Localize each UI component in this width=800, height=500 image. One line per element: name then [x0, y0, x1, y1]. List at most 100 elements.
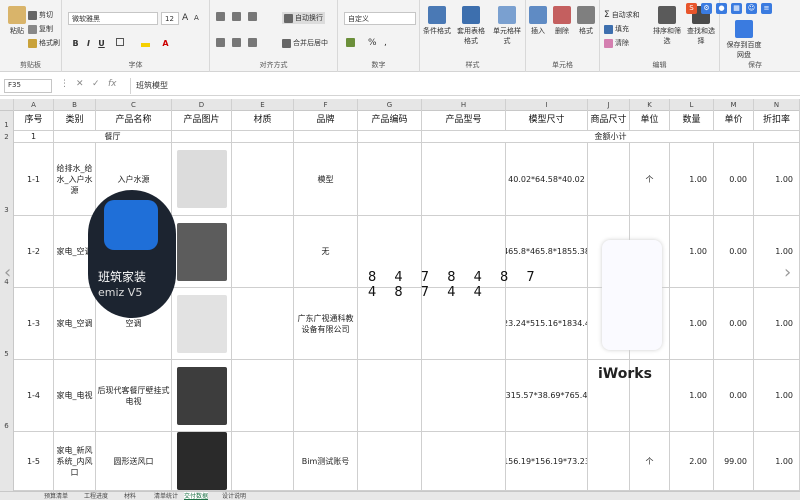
border-button[interactable] — [114, 38, 125, 50]
table-cell[interactable]: 0.00 — [714, 288, 754, 360]
table-cell[interactable]: Bim测试账号 — [294, 432, 358, 491]
align-center-button[interactable] — [232, 38, 241, 47]
italic-button[interactable]: I — [83, 38, 94, 50]
column-title-cell[interactable]: 序号 — [14, 111, 54, 131]
column-title-cell[interactable]: 产品编码 — [358, 111, 422, 131]
sheet-tab[interactable]: 设计说明 — [222, 492, 246, 500]
sheet-tab[interactable]: 材料 — [124, 492, 136, 500]
table-cell[interactable] — [422, 143, 506, 216]
column-header[interactable]: J — [588, 99, 630, 111]
autosum-button[interactable]: Σ 自动求和 — [604, 10, 640, 20]
prev-arrow-icon[interactable]: ‹ — [4, 262, 11, 283]
group-row-cell[interactable] — [294, 131, 358, 143]
column-title-cell[interactable]: 类别 — [54, 111, 96, 131]
cut-button[interactable]: 剪切 — [28, 10, 53, 20]
row-header[interactable]: 5 — [0, 288, 14, 360]
table-cell[interactable]: 1.00 — [754, 432, 800, 491]
table-cell[interactable] — [232, 216, 294, 288]
font-color-button[interactable]: A — [160, 38, 171, 50]
table-cell[interactable] — [358, 432, 422, 491]
column-title-cell[interactable]: 单位 — [630, 111, 670, 131]
settings-icon[interactable]: ⚙ — [701, 3, 712, 14]
table-cell[interactable] — [172, 143, 232, 216]
column-header[interactable]: F — [294, 99, 358, 111]
table-cell[interactable]: 40.02*64.58*40.02 — [506, 143, 588, 216]
group-row-cell[interactable]: 金额小计 — [422, 131, 800, 143]
table-cell[interactable] — [232, 143, 294, 216]
column-header[interactable]: A — [14, 99, 54, 111]
table-cell[interactable]: 523.24*515.16*1834.47 — [506, 288, 588, 360]
column-header[interactable]: E — [232, 99, 294, 111]
mic-icon[interactable]: ● — [716, 3, 727, 14]
table-cell[interactable]: 0.00 — [714, 360, 754, 432]
table-cell[interactable]: 模型 — [294, 143, 358, 216]
align-right-button[interactable] — [248, 38, 257, 47]
sheet-tab[interactable]: 预算清单 — [44, 492, 68, 500]
group-row-cell[interactable]: 1 — [14, 131, 54, 143]
table-cell[interactable] — [294, 360, 358, 432]
row-header[interactable]: 2 — [0, 131, 14, 143]
column-title-cell[interactable]: 产品名称 — [96, 111, 172, 131]
user-icon[interactable]: ☺ — [746, 3, 757, 14]
table-cell[interactable]: 1-3 — [14, 288, 54, 360]
column-title-cell[interactable]: 模型尺寸 — [506, 111, 588, 131]
table-cell[interactable]: 后现代客餐厅壁挂式电视 — [96, 360, 172, 432]
table-cell[interactable]: 99.00 — [714, 432, 754, 491]
table-cell[interactable] — [232, 432, 294, 491]
shrink-font-button[interactable]: A — [194, 14, 199, 22]
keyboard-icon[interactable]: ▦ — [731, 3, 742, 14]
column-header[interactable]: K — [630, 99, 670, 111]
number-format-combo[interactable]: 自定义 — [344, 12, 416, 25]
column-title-cell[interactable]: 产品型号 — [422, 111, 506, 131]
sheet-tab[interactable]: 清单统计 — [154, 492, 178, 500]
table-cell[interactable] — [422, 432, 506, 491]
table-cell[interactable] — [588, 143, 630, 216]
table-cell[interactable]: 156.19*156.19*73.23 — [506, 432, 588, 491]
table-cell[interactable] — [588, 432, 630, 491]
column-header[interactable]: I — [506, 99, 588, 111]
font-name-combo[interactable]: 微软雅黑 — [68, 12, 158, 25]
column-header[interactable]: B — [54, 99, 96, 111]
comma-button[interactable]: , — [384, 38, 387, 48]
table-cell[interactable]: 2.00 — [670, 432, 714, 491]
column-title-cell[interactable]: 产品图片 — [172, 111, 232, 131]
underline-button[interactable]: U — [96, 38, 107, 50]
delete-button[interactable]: 删除 — [550, 6, 574, 36]
column-header[interactable]: G — [358, 99, 422, 111]
cancel-icon[interactable]: ✕ — [76, 79, 84, 89]
table-cell[interactable]: 广东广视通科教设备有限公司 — [294, 288, 358, 360]
table-cell[interactable] — [172, 288, 232, 360]
table-cell[interactable]: 1-2 — [14, 216, 54, 288]
row-header[interactable] — [0, 432, 14, 491]
font-size-combo[interactable]: 12 — [161, 12, 179, 25]
enter-icon[interactable]: ✓ — [92, 79, 100, 89]
format-button[interactable]: 格式 — [574, 6, 598, 36]
table-cell[interactable] — [358, 360, 422, 432]
merge-center-button[interactable]: 合并后居中 — [282, 38, 328, 48]
clear-button[interactable]: 清除 — [604, 38, 629, 48]
table-cell[interactable]: 圆形送风口 — [96, 432, 172, 491]
insert-button[interactable]: 插入 — [526, 6, 550, 36]
row-header[interactable]: 3 — [0, 143, 14, 216]
column-title-cell[interactable]: 数量 — [670, 111, 714, 131]
group-row-cell[interactable]: 餐厅 — [54, 131, 172, 143]
table-cell[interactable] — [358, 143, 422, 216]
percent-button[interactable]: % — [368, 38, 377, 48]
conditional-format-button[interactable]: 条件格式 — [422, 6, 452, 36]
table-cell[interactable]: 无 — [294, 216, 358, 288]
align-middle-button[interactable] — [232, 12, 241, 21]
group-row-cell[interactable] — [358, 131, 422, 143]
input-method-icon[interactable]: S — [686, 3, 697, 14]
table-cell[interactable]: 1-5 — [14, 432, 54, 491]
group-row-cell[interactable] — [232, 131, 294, 143]
sheet-tab[interactable]: 工程进度 — [84, 492, 108, 500]
table-cell[interactable] — [172, 216, 232, 288]
table-cell[interactable]: 家电_新风系统_内风口 — [54, 432, 96, 491]
column-title-cell[interactable]: 品牌 — [294, 111, 358, 131]
table-cell[interactable] — [172, 360, 232, 432]
sheet-tab[interactable]: 交付数据 — [184, 492, 209, 500]
format-painter-button[interactable]: 格式刷 — [28, 38, 60, 48]
column-header[interactable]: D — [172, 99, 232, 111]
table-cell[interactable]: 0.00 — [714, 143, 754, 216]
table-cell[interactable]: 1-4 — [14, 360, 54, 432]
